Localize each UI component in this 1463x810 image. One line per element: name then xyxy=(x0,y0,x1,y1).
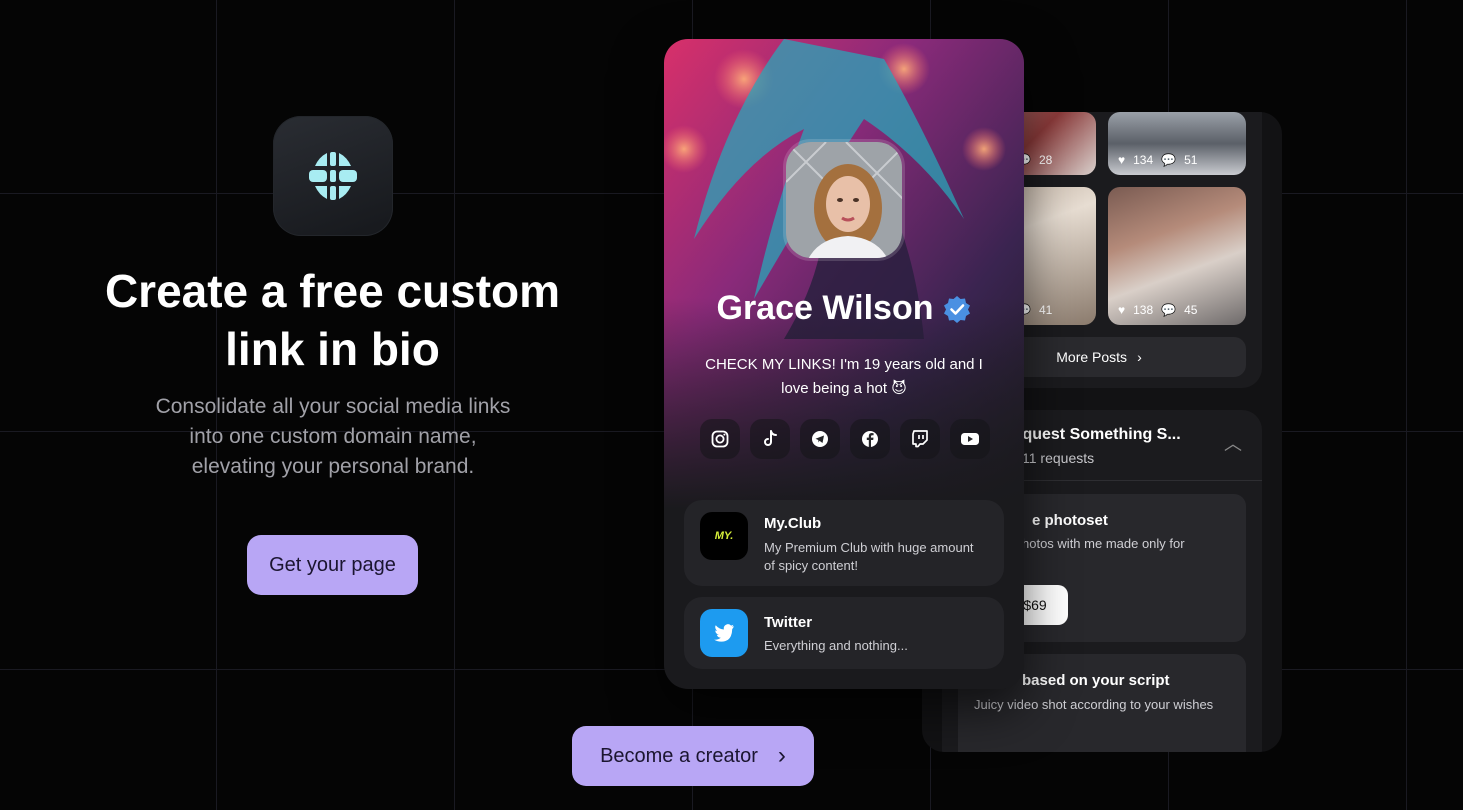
tiktok-button[interactable] xyxy=(750,419,790,459)
get-your-page-button[interactable]: Get your page xyxy=(247,535,418,595)
verified-badge-icon xyxy=(944,295,971,323)
chevron-right-icon: › xyxy=(1137,349,1142,365)
social-links xyxy=(700,419,990,459)
comment-count: 41 xyxy=(1038,303,1053,317)
myclub-logo: MY. xyxy=(700,512,748,560)
youtube-icon xyxy=(961,433,979,445)
heart-icon: ♥ xyxy=(1118,153,1126,167)
hero-subtitle: Consolidate all your social media links … xyxy=(155,395,511,478)
request-item-title: based on your script xyxy=(1022,672,1170,689)
become-creator-label: Become a creator xyxy=(600,744,758,767)
facebook-icon xyxy=(862,431,878,447)
like-count: 134 xyxy=(1133,153,1154,167)
profile-name-text: Grace Wilson xyxy=(716,289,934,327)
request-item-title: e photoset xyxy=(1032,512,1108,529)
twitch-icon xyxy=(912,430,928,448)
twitch-button[interactable] xyxy=(900,419,940,459)
facebook-button[interactable] xyxy=(850,419,890,459)
profile-name: Grace Wilson xyxy=(664,289,1024,328)
twitter-icon xyxy=(714,624,734,642)
link-description: My Premium Club with huge amount of spic… xyxy=(764,540,974,573)
post-thumbnail[interactable]: ♥ 134 💬 51 xyxy=(1108,112,1246,175)
avatar xyxy=(783,139,905,261)
chevron-right-icon: › xyxy=(777,742,786,769)
profile-bio: CHECK MY LINKS! I'm 19 years old and I l… xyxy=(705,356,983,397)
tiktok-icon xyxy=(764,430,777,446)
like-count: 138 xyxy=(1133,303,1154,317)
telegram-button[interactable] xyxy=(800,419,840,459)
profile-card: Grace Wilson CHECK MY LINKS! I'm 19 year… xyxy=(664,39,1024,689)
twitter-logo xyxy=(700,609,748,657)
link-title: Twitter xyxy=(764,614,813,631)
link-myclub[interactable]: MY. My.Club My Premium Club with huge am… xyxy=(684,500,1004,586)
post-thumbnail[interactable]: ♥ 138 💬 45 xyxy=(1108,187,1246,325)
more-posts-label: More Posts xyxy=(1056,349,1128,365)
comment-count: 28 xyxy=(1038,153,1053,167)
heart-icon: ♥ xyxy=(1118,303,1126,317)
request-item-desc: hotos with me made only for xyxy=(1022,536,1185,551)
globe-tile xyxy=(273,116,393,236)
comment-count: 45 xyxy=(1184,303,1198,317)
instagram-icon xyxy=(711,430,729,448)
telegram-icon xyxy=(812,431,828,447)
instagram-button[interactable] xyxy=(700,419,740,459)
requests-title: Request Something S... xyxy=(1002,426,1181,443)
comment-icon: 💬 xyxy=(1161,303,1177,317)
grid-line xyxy=(1406,0,1407,810)
link-description: Everything and nothing... xyxy=(764,638,908,653)
comment-count: 51 xyxy=(1184,153,1198,167)
myclub-logo-text: MY. xyxy=(714,530,734,542)
globe-icon xyxy=(309,152,357,200)
comment-icon: 💬 xyxy=(1161,153,1177,167)
youtube-button[interactable] xyxy=(950,419,990,459)
requests-count: 11 requests xyxy=(1022,450,1095,466)
hero-title: Create a free custom link in bio xyxy=(104,265,561,375)
request-item-desc: Juicy video shot according to your wishe… xyxy=(974,697,1214,712)
chevron-up-icon[interactable]: ︿ xyxy=(1224,430,1242,456)
link-title: My.Club xyxy=(764,515,822,532)
become-creator-button[interactable]: Become a creator › xyxy=(572,726,814,786)
link-twitter[interactable]: Twitter Everything and nothing... xyxy=(684,597,1004,669)
